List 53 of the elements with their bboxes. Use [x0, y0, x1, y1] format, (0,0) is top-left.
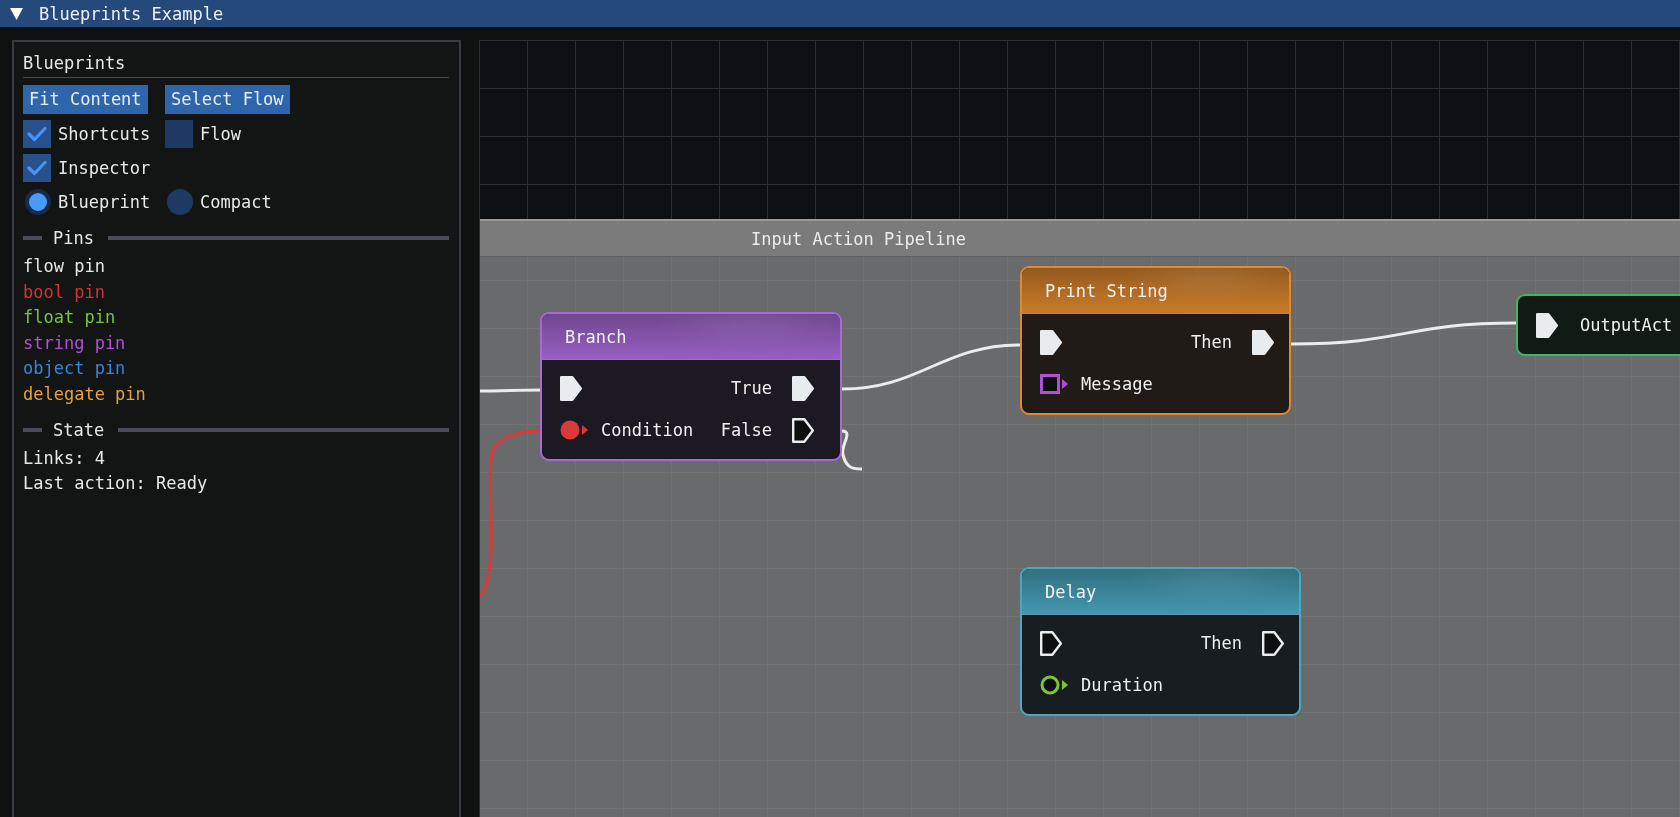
window-title: Blueprints Example	[39, 3, 224, 24]
pin-legend-item: string pin	[23, 331, 126, 355]
panel-button[interactable]: Select Flow	[165, 85, 290, 114]
pin-legend-item: delegate pin	[23, 382, 146, 406]
pin-label: Then	[1191, 332, 1232, 352]
checkbox-label[interactable]: Shortcuts	[58, 123, 151, 145]
checkbox-label[interactable]: Inspector	[58, 157, 151, 179]
node-title: Delay	[1045, 581, 1097, 602]
panel-title: Blueprints	[23, 52, 126, 74]
node-title: Branch	[565, 326, 627, 347]
pentagon-pin-icon[interactable]	[1536, 312, 1558, 338]
pin-label: False	[720, 420, 772, 440]
pentagon-pin-icon[interactable]	[1040, 630, 1062, 656]
pin-label: True	[731, 378, 772, 398]
circle-pin-icon[interactable]	[560, 419, 588, 441]
panel-button[interactable]: Fit Content	[23, 85, 148, 114]
checkbox[interactable]	[23, 120, 51, 148]
radio-button[interactable]	[25, 189, 51, 215]
pin-legend-item: object pin	[23, 357, 126, 381]
pentagon-pin-icon[interactable]	[792, 417, 814, 443]
connection-wire	[480, 388, 540, 393]
radio-button[interactable]	[167, 189, 193, 215]
circle-pin-icon[interactable]	[1040, 674, 1068, 696]
pin-label: OutputAct	[1580, 315, 1673, 335]
radio-label[interactable]: Compact	[200, 191, 272, 213]
checkbox[interactable]	[165, 120, 193, 148]
pin-label: Then	[1201, 633, 1242, 653]
checkbox[interactable]	[23, 154, 51, 182]
check-icon	[27, 126, 47, 142]
pentagon-pin-icon[interactable]	[1040, 329, 1062, 355]
status-text: Links: 4	[23, 446, 105, 470]
pin-label: Message	[1081, 374, 1153, 394]
section-heading: State	[53, 418, 105, 441]
pentagon-pin-icon[interactable]	[560, 375, 582, 401]
square-pin-icon[interactable]	[1040, 373, 1068, 395]
group-title: Input Action Pipeline	[751, 228, 966, 249]
check-icon	[27, 160, 47, 176]
section-heading: Pins	[53, 227, 94, 249]
pin-label: Duration	[1081, 675, 1163, 695]
checkbox-label[interactable]: Flow	[200, 123, 241, 145]
pentagon-pin-icon[interactable]	[1262, 630, 1284, 656]
pentagon-pin-icon[interactable]	[792, 375, 814, 401]
pentagon-pin-icon[interactable]	[1252, 329, 1274, 355]
status-text: Last action: Ready	[23, 472, 208, 496]
connection-wire	[841, 429, 863, 471]
pin-legend-item: bool pin	[23, 280, 105, 304]
pin-label: Condition	[601, 420, 694, 440]
radio-label[interactable]: Blueprint	[58, 191, 151, 213]
pin-legend-item: flow pin	[23, 255, 105, 278]
pin-legend-item: float pin	[23, 306, 116, 330]
collapse-triangle-icon[interactable]	[10, 7, 23, 20]
radio-dot-icon	[29, 193, 47, 211]
node-title: Print String	[1045, 280, 1168, 301]
